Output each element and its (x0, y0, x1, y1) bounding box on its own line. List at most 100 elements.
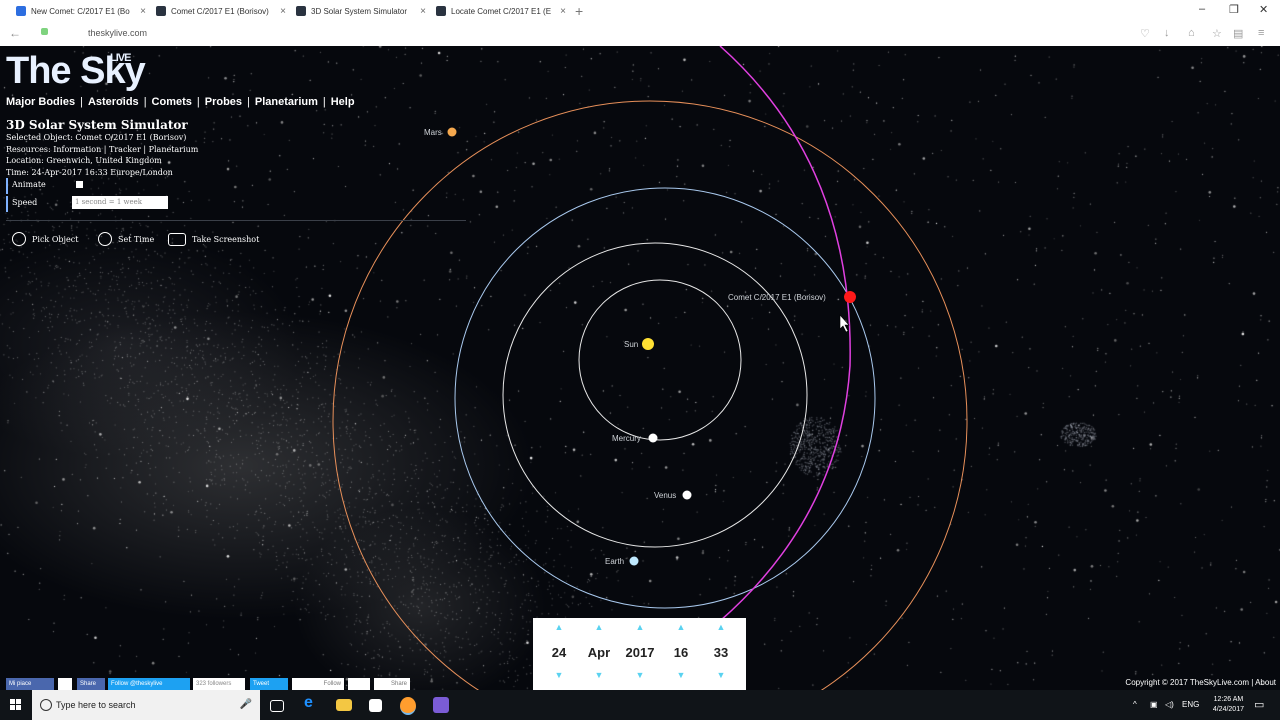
decrement-year-icon[interactable]: ▼ (619, 670, 661, 680)
decrement-hour-icon[interactable]: ▼ (660, 670, 702, 680)
nav-separator: | (196, 96, 200, 108)
site-favicon-icon (16, 6, 26, 16)
close-icon[interactable]: × (140, 6, 146, 17)
microphone-icon[interactable]: 🎤 (240, 699, 252, 710)
site-favicon-icon (156, 6, 166, 16)
network-icon[interactable]: ▣ (1150, 700, 1158, 709)
animate-checkbox[interactable] (76, 181, 83, 188)
clock-icon (98, 232, 112, 246)
share-button[interactable]: Share (374, 678, 410, 690)
nav-separator: | (143, 96, 147, 108)
task-view-icon[interactable] (270, 700, 284, 712)
window-close-icon[interactable]: ✕ (1259, 3, 1268, 16)
minute-value: 33 (713, 645, 729, 660)
library-icon[interactable]: ▤ (1233, 27, 1243, 40)
mercury-marker[interactable] (648, 433, 658, 443)
facebook-like-button[interactable]: Mi piace (6, 678, 54, 690)
speed-select[interactable]: 1 second = 1 week (72, 196, 168, 209)
system-clock[interactable]: 12:26 AM 4/24/2017 (1213, 695, 1244, 715)
back-arrow-icon[interactable]: ← (9, 26, 21, 40)
set-time-button[interactable]: Set Time (98, 230, 154, 248)
sun-label: Sun (624, 340, 639, 349)
resources-links[interactable]: Resources: Information | Tracker | Plane… (6, 144, 466, 156)
close-icon[interactable]: × (420, 6, 426, 17)
new-tab-icon[interactable]: + (575, 3, 583, 19)
decrement-minute-icon[interactable]: ▼ (700, 670, 742, 680)
decrement-day-icon[interactable]: ▼ (538, 670, 580, 680)
venus-marker[interactable] (682, 490, 692, 500)
download-icon[interactable]: ↓ (1164, 27, 1170, 39)
year-column: ▲ 2017 ▼ (619, 618, 661, 690)
cortana-icon (40, 699, 52, 711)
menu-icon[interactable]: ≡ (1258, 27, 1264, 39)
pick-object-button[interactable]: Pick Object (12, 230, 78, 248)
start-icon[interactable] (10, 699, 22, 711)
browser-tab[interactable]: New Comet: C/2017 E1 (Bo × (14, 2, 150, 20)
minimize-icon[interactable]: – (1199, 3, 1205, 15)
controls: Animate Speed 1 second = 1 week (6, 178, 466, 218)
increment-month-icon[interactable]: ▲ (578, 622, 620, 632)
location: Location: Greenwich, United Kingdom (6, 156, 162, 165)
comet-marker[interactable] (844, 291, 856, 303)
tab-title: Comet C/2017 E1 (Borisov) (171, 6, 269, 16)
increment-day-icon[interactable]: ▲ (538, 622, 580, 632)
screenshot-button[interactable]: Take Screenshot (168, 230, 259, 248)
magnifier-icon (12, 232, 26, 246)
taskbar-search[interactable]: Type here to search 🎤 (32, 690, 260, 720)
earth-marker[interactable] (629, 556, 639, 566)
divider (6, 220, 466, 221)
venus-label: Venus (654, 491, 677, 500)
site-favicon-icon (296, 6, 306, 16)
site-logo[interactable]: The Sky LIVE (6, 50, 146, 93)
follow-count (348, 678, 370, 690)
secure-icon (41, 28, 48, 35)
copyright-footer[interactable]: Copyright © 2017 TheSkyLive.com | About (1125, 678, 1276, 687)
close-icon[interactable]: × (560, 6, 566, 17)
browser-tab[interactable]: Locate Comet C/2017 E1 (E × (434, 2, 570, 20)
tweet-button[interactable]: Tweet (250, 678, 288, 690)
address-bar[interactable]: theskylive.com (88, 28, 147, 38)
increment-hour-icon[interactable]: ▲ (660, 622, 702, 632)
increment-minute-icon[interactable]: ▲ (700, 622, 742, 632)
facebook-share-button[interactable]: Share (77, 678, 105, 690)
camera-icon (168, 232, 186, 246)
tray-chevron-icon[interactable]: ^ (1133, 700, 1137, 709)
store-icon[interactable] (369, 699, 382, 712)
selected-object[interactable]: Selected Object: Comet C/2017 E1 (Boriso… (6, 132, 466, 144)
clock-date: 4/24/2017 (1212, 706, 1244, 713)
tab-title: Locate Comet C/2017 E1 (E (451, 6, 552, 16)
nav-major-bodies[interactable]: Major Bodies (6, 96, 75, 108)
day-column: ▲ 24 ▼ (538, 618, 580, 690)
nav-asteroids[interactable]: Asteroids (88, 96, 139, 108)
decrement-month-icon[interactable]: ▼ (578, 670, 620, 680)
simulator-page: Sun Mercury Venus Earth Mars Comet C/201… (0, 46, 1280, 690)
comet-orbit (719, 46, 851, 622)
follow-button[interactable]: Follow (292, 678, 344, 690)
firefox-icon[interactable] (400, 697, 416, 715)
sun-marker[interactable] (642, 338, 654, 350)
nav-probes[interactable]: Probes (205, 96, 242, 108)
close-icon[interactable]: × (280, 6, 286, 17)
pocket-icon[interactable]: ♡ (1140, 27, 1150, 40)
nav-separator: | (247, 96, 250, 108)
file-explorer-icon[interactable] (336, 699, 352, 711)
nav-comets[interactable]: Comets (152, 96, 192, 108)
screenshot-label: Take Screenshot (192, 234, 260, 244)
edge-icon[interactable]: e (304, 694, 320, 711)
browser-tab[interactable]: Comet C/2017 E1 (Borisov) × (154, 2, 290, 20)
increment-year-icon[interactable]: ▲ (619, 622, 661, 632)
page-title: 3D Solar System Simulator (6, 118, 188, 132)
bookmark-star-icon[interactable]: ☆ (1212, 27, 1222, 40)
volume-icon[interactable]: ◁) (1165, 700, 1174, 709)
notifications-icon[interactable]: ▭ (1254, 698, 1264, 711)
twitter-follow-button[interactable]: Follow @theskylive (108, 678, 190, 690)
home-icon[interactable]: ⌂ (1188, 27, 1195, 39)
tab-title: New Comet: C/2017 E1 (Bo (31, 6, 130, 16)
browser-tab-active[interactable]: 3D Solar System Simulator × (294, 2, 430, 20)
restore-icon[interactable]: ❐ (1229, 3, 1239, 16)
app-icon[interactable] (433, 697, 449, 713)
venus-orbit (502, 242, 808, 548)
nav-help[interactable]: Help (331, 96, 355, 108)
language-indicator[interactable]: ENG (1182, 700, 1199, 709)
nav-planetarium[interactable]: Planetarium (255, 96, 318, 108)
